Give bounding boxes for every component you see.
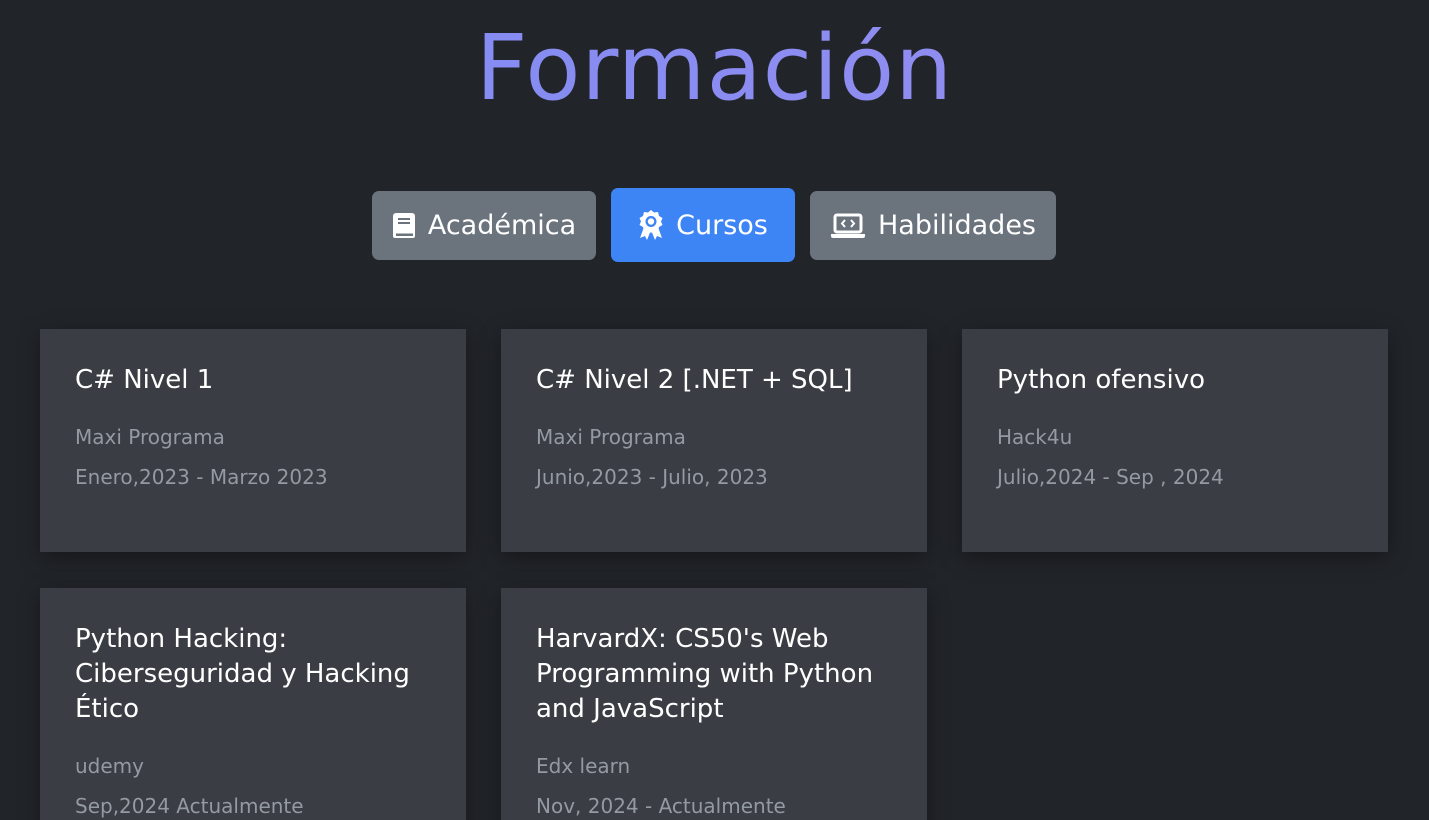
tab-academica[interactable]: Académica: [372, 191, 596, 260]
tab-cursos-label: Cursos: [676, 209, 768, 241]
course-card: HarvardX: CS50's Web Programming with Py…: [501, 588, 927, 820]
section-title: Formación: [0, 14, 1429, 124]
tab-habilidades-label: Habilidades: [878, 210, 1036, 241]
course-institution: Hack4u: [997, 425, 1073, 449]
course-title: Python ofensivo: [997, 365, 1205, 395]
course-title: C# Nivel 1: [75, 365, 214, 395]
tab-habilidades[interactable]: Habilidades: [810, 191, 1056, 260]
formacion-section: Formación Académica Cursos Habilidades C…: [0, 0, 1429, 820]
course-card: Python Hacking: Ciberseguridad y Hacking…: [40, 588, 466, 820]
course-dates: Sep,2024 Actualmente: [75, 794, 304, 818]
course-institution: Edx learn: [536, 754, 631, 778]
course-institution: Maxi Programa: [75, 425, 225, 449]
book-icon: [392, 212, 416, 240]
course-card: C# Nivel 1 Maxi Programa Enero,2023 - Ma…: [40, 329, 466, 552]
course-card: C# Nivel 2 [.NET + SQL] Maxi Programa Ju…: [501, 329, 927, 552]
tab-academica-label: Académica: [427, 210, 577, 241]
course-title: HarvardX: CS50's Web Programming with Py…: [536, 624, 874, 724]
course-dates: Enero,2023 - Marzo 2023: [75, 465, 328, 489]
course-card: Python ofensivo Hack4u Julio,2024 - Sep …: [962, 329, 1388, 552]
course-institution: udemy: [75, 754, 144, 778]
course-dates: Junio,2023 - Julio, 2023: [536, 465, 768, 489]
tab-cursos[interactable]: Cursos: [611, 188, 795, 262]
course-title: C# Nivel 2 [.NET + SQL]: [536, 365, 853, 395]
course-title: Python Hacking: Ciberseguridad y Hacking…: [75, 624, 410, 724]
course-dates: Nov, 2024 - Actualmente: [536, 794, 786, 818]
course-dates: Julio,2024 - Sep , 2024: [997, 465, 1224, 489]
course-institution: Maxi Programa: [536, 425, 686, 449]
award-ribbon-icon: [638, 209, 664, 241]
laptop-code-icon: [830, 213, 866, 239]
